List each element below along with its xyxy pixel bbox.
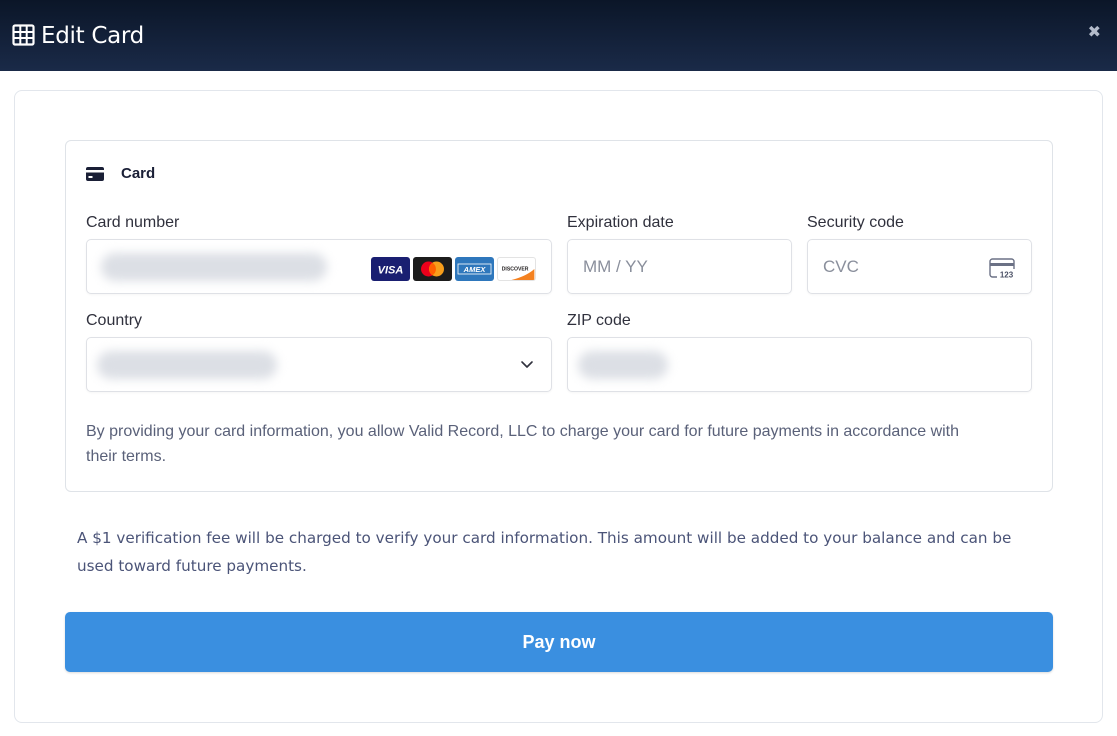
zip-code-label: ZIP code — [567, 312, 631, 329]
chevron-down-icon — [521, 361, 533, 368]
modal-titlebar: Edit Card ✖ — [0, 0, 1117, 71]
country-select[interactable] — [86, 337, 552, 392]
card-number-input[interactable]: VISA AMEX DISCOVER — [86, 239, 552, 294]
zip-code-input[interactable] — [567, 337, 1032, 392]
svg-text:DISCOVER: DISCOVER — [502, 266, 529, 272]
close-icon[interactable]: ✖ — [1088, 22, 1101, 41]
cvc-placeholder: CVC — [823, 257, 859, 276]
expiration-label: Expiration date — [567, 214, 674, 231]
security-code-label: Security code — [807, 214, 904, 231]
table-icon — [12, 23, 35, 46]
amex-icon: AMEX — [455, 257, 494, 281]
card-heading-label: Card — [121, 165, 156, 182]
consent-text: By providing your card information, you … — [86, 423, 960, 465]
expiration-input[interactable]: MM / YY — [567, 239, 792, 294]
card-number-value — [101, 253, 327, 281]
zip-code-value — [578, 351, 668, 379]
country-value — [97, 351, 277, 379]
card-brand-logos: VISA AMEX DISCOVER — [371, 257, 536, 281]
modal-title: Edit Card — [41, 22, 144, 49]
visa-icon: VISA — [371, 257, 410, 281]
card-number-label: Card number — [86, 214, 180, 231]
mastercard-icon — [413, 257, 452, 281]
country-label: Country — [86, 312, 143, 329]
card-heading: Card — [86, 165, 155, 182]
discover-icon: DISCOVER — [497, 257, 536, 281]
expiration-placeholder: MM / YY — [583, 257, 648, 276]
security-code-input[interactable]: CVC 123 — [807, 239, 1032, 294]
svg-text:123: 123 — [1000, 271, 1014, 280]
cvc-card-icon: 123 — [989, 258, 1016, 280]
pay-now-button[interactable]: Pay now — [65, 612, 1053, 672]
verification-fee-note: A $1 verification fee will be charged to… — [77, 529, 1012, 575]
svg-text:VISA: VISA — [378, 265, 404, 277]
credit-card-icon — [86, 166, 104, 181]
svg-text:AMEX: AMEX — [463, 265, 487, 274]
card-payment-form: Card Card number VISA AMEX DISCOVER Expi… — [65, 140, 1053, 492]
